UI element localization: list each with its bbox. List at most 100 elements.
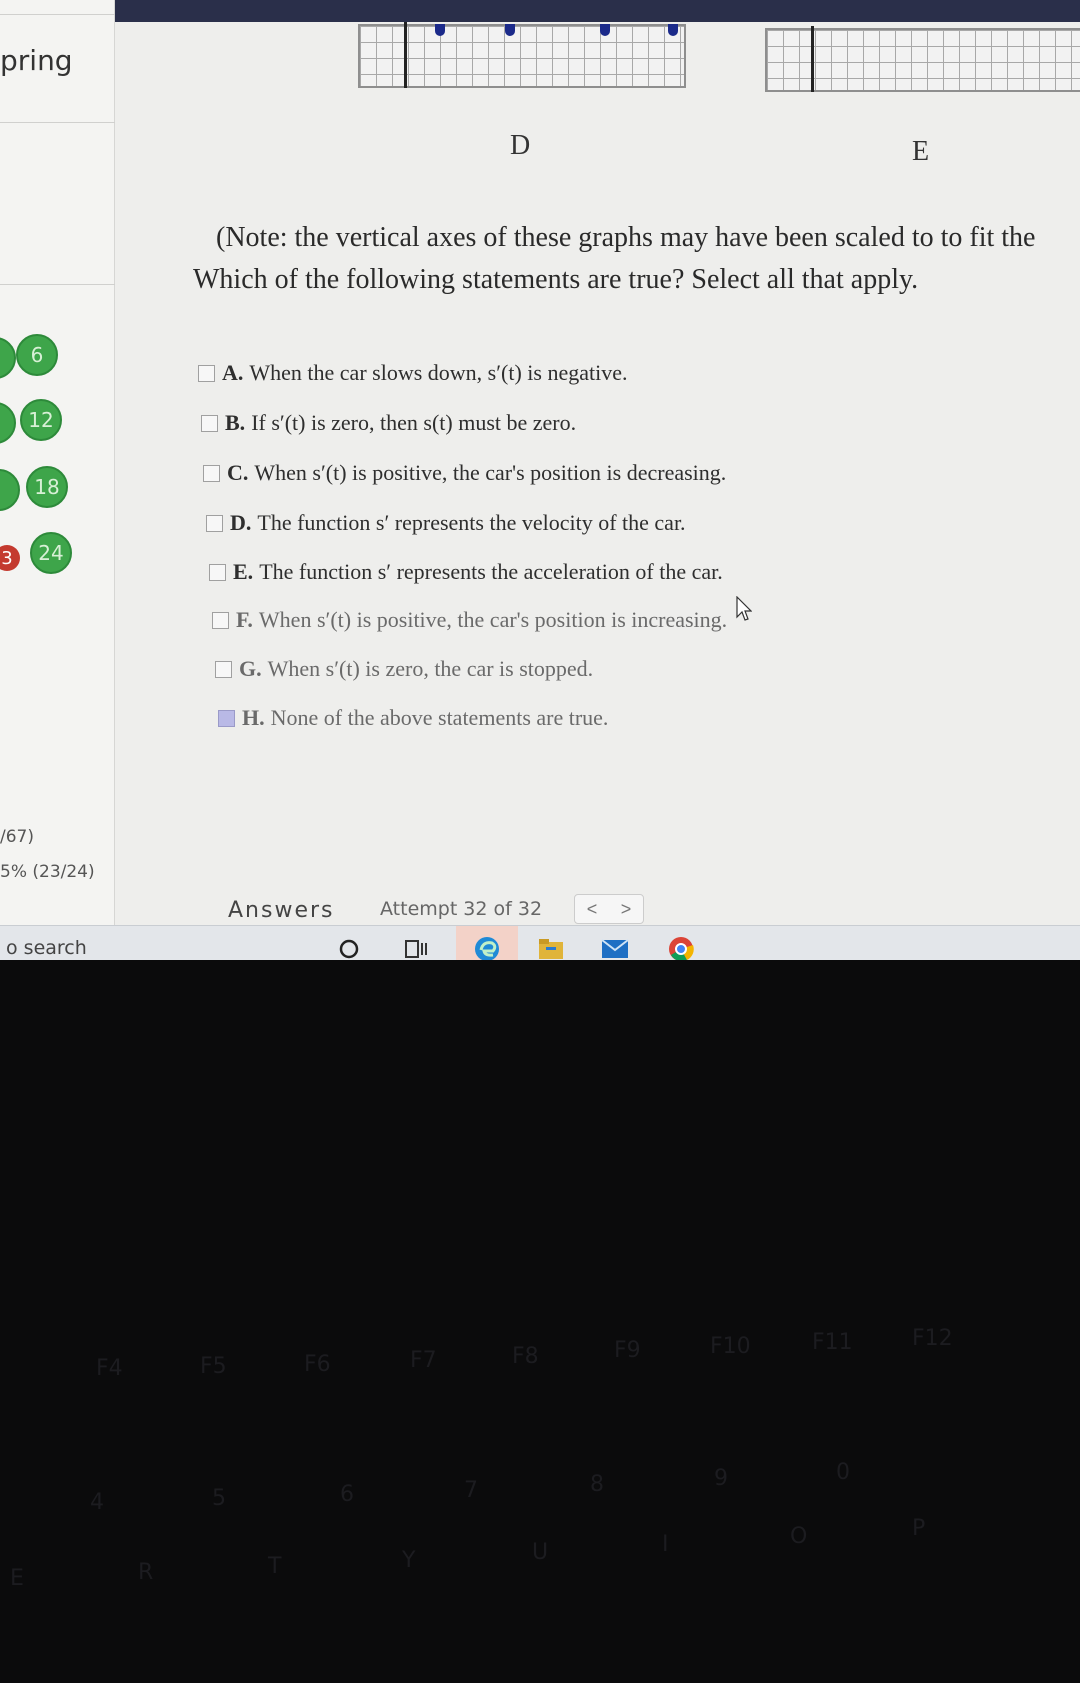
answers-tab[interactable]: Answers xyxy=(228,898,335,923)
option-d[interactable]: D. The function s′ represents the veloci… xyxy=(206,510,686,536)
option-text: When s′(t) is zero, the car is stopped. xyxy=(267,656,594,681)
graph-d-curve xyxy=(505,24,515,36)
mail-icon[interactable] xyxy=(598,934,632,960)
option-text: When s′(t) is positive, the car's positi… xyxy=(254,460,727,485)
graph-d-curve xyxy=(668,24,678,36)
sidebar-divider xyxy=(0,284,115,285)
next-attempt-button[interactable]: > xyxy=(621,899,632,920)
mouse-cursor-icon xyxy=(736,596,752,621)
option-letter: B. xyxy=(225,410,246,435)
question-group-12[interactable]: 12 xyxy=(20,399,62,441)
option-g[interactable]: G. When s′(t) is zero, the car is stoppe… xyxy=(215,656,593,682)
option-e-checkbox[interactable] xyxy=(209,563,226,581)
graph-d-label: D xyxy=(510,130,531,161)
option-a[interactable]: A. When the car slows down, s′(t) is neg… xyxy=(198,360,628,386)
graph-d-grid xyxy=(358,22,686,88)
question-group-badge-partial[interactable] xyxy=(0,402,16,444)
option-f[interactable]: F. When s′(t) is positive, the car's pos… xyxy=(212,607,727,633)
key-4[interactable]: 4 xyxy=(90,1490,104,1515)
laptop-keyboard: F4 F5 F6 F7 F8 F9 F10 F11 F12 4 5 6 7 8 … xyxy=(0,960,1080,1683)
laptop-screen: pring 6 12 18 3 24 /67) 5% (23/24) D E (… xyxy=(0,0,1080,960)
option-text: If s′(t) is zero, then s(t) must be zero… xyxy=(251,410,577,435)
graph-e-axis xyxy=(811,26,814,92)
key-6[interactable]: 6 xyxy=(340,1482,354,1507)
option-letter: H. xyxy=(242,705,265,730)
key-p[interactable]: P xyxy=(912,1516,925,1541)
key-o[interactable]: O xyxy=(790,1524,807,1549)
option-letter: D. xyxy=(230,510,252,535)
option-h[interactable]: H. None of the above statements are true… xyxy=(218,705,608,731)
option-text: None of the above statements are true. xyxy=(270,705,609,730)
sidebar-divider xyxy=(0,14,115,15)
key-f10[interactable]: F10 xyxy=(710,1334,751,1359)
option-text: When s′(t) is positive, the car's positi… xyxy=(258,607,728,632)
key-u[interactable]: U xyxy=(532,1540,548,1565)
graph-e-grid xyxy=(765,26,1080,92)
graph-d-curve xyxy=(600,24,610,36)
option-letter: G. xyxy=(239,656,262,681)
course-sidebar: pring 6 12 18 3 24 /67) 5% (23/24) xyxy=(0,0,115,930)
key-f7[interactable]: F7 xyxy=(410,1348,437,1373)
progress-stat: 5% (23/24) xyxy=(0,862,95,882)
graph-scale-note: (Note: the vertical axes of these graphs… xyxy=(216,222,1036,253)
taskbar-search[interactable]: o search xyxy=(6,937,87,959)
attempt-pager: < > xyxy=(574,894,644,924)
key-7[interactable]: 7 xyxy=(464,1478,478,1503)
question-count-badge[interactable]: 3 xyxy=(0,545,20,571)
key-e[interactable]: E xyxy=(10,1566,24,1591)
task-view-icon[interactable] xyxy=(400,934,434,960)
file-explorer-icon[interactable] xyxy=(534,934,568,960)
question-group-badge-partial[interactable] xyxy=(0,337,16,379)
option-letter: C. xyxy=(227,460,249,485)
graph-d-axis xyxy=(404,22,407,88)
option-c-checkbox[interactable] xyxy=(203,464,220,482)
option-letter: F. xyxy=(236,607,253,632)
option-text: The function s′ represents the accelerat… xyxy=(259,559,723,584)
score-stat: /67) xyxy=(0,827,34,847)
option-d-checkbox[interactable] xyxy=(206,514,223,532)
key-8[interactable]: 8 xyxy=(590,1472,604,1497)
key-f5[interactable]: F5 xyxy=(200,1354,227,1379)
option-h-checkbox[interactable] xyxy=(218,709,235,727)
option-f-checkbox[interactable] xyxy=(212,611,229,629)
windows-taskbar: o search xyxy=(0,925,1080,960)
option-text: The function s′ represents the velocity … xyxy=(257,510,686,535)
question-group-18[interactable]: 18 xyxy=(26,466,68,508)
key-0[interactable]: 0 xyxy=(836,1460,850,1485)
option-a-checkbox[interactable] xyxy=(198,364,215,382)
question-prompt: Which of the following statements are tr… xyxy=(193,264,919,295)
attempt-counter: Attempt 32 of 32 xyxy=(380,898,543,920)
previous-attempt-button[interactable]: < xyxy=(587,899,598,920)
key-f6[interactable]: F6 xyxy=(304,1352,331,1377)
option-c[interactable]: C. When s′(t) is positive, the car's pos… xyxy=(203,460,726,486)
edge-icon[interactable] xyxy=(470,934,504,960)
question-group-badge-partial[interactable] xyxy=(0,469,20,511)
key-9[interactable]: 9 xyxy=(714,1466,728,1491)
browser-top-strip xyxy=(100,0,1080,22)
question-group-6[interactable]: 6 xyxy=(16,334,58,376)
key-i[interactable]: I xyxy=(662,1532,669,1557)
course-name[interactable]: pring xyxy=(0,44,73,77)
key-f4[interactable]: F4 xyxy=(96,1356,123,1381)
graph-e-label: E xyxy=(912,136,930,167)
option-b[interactable]: B. If s′(t) is zero, then s(t) must be z… xyxy=(201,410,576,436)
key-f11[interactable]: F11 xyxy=(812,1330,853,1355)
option-text: When the car slows down, s′(t) is negati… xyxy=(249,360,628,385)
cortana-circle-icon[interactable] xyxy=(332,934,366,960)
question-group-24[interactable]: 24 xyxy=(30,532,72,574)
option-g-checkbox[interactable] xyxy=(215,660,232,678)
key-5[interactable]: 5 xyxy=(212,1486,226,1511)
key-y[interactable]: Y xyxy=(402,1548,415,1573)
key-f9[interactable]: F9 xyxy=(614,1338,641,1363)
option-e[interactable]: E. The function s′ represents the accele… xyxy=(209,559,723,585)
chrome-icon[interactable] xyxy=(664,934,698,960)
key-r[interactable]: R xyxy=(138,1560,153,1585)
graph-d-curve xyxy=(435,24,445,36)
key-f8[interactable]: F8 xyxy=(512,1344,539,1369)
option-letter: A. xyxy=(222,360,244,385)
sidebar-divider xyxy=(0,122,115,123)
key-t[interactable]: T xyxy=(268,1554,281,1579)
option-letter: E. xyxy=(233,559,254,584)
key-f12[interactable]: F12 xyxy=(912,1326,953,1351)
option-b-checkbox[interactable] xyxy=(201,414,218,432)
